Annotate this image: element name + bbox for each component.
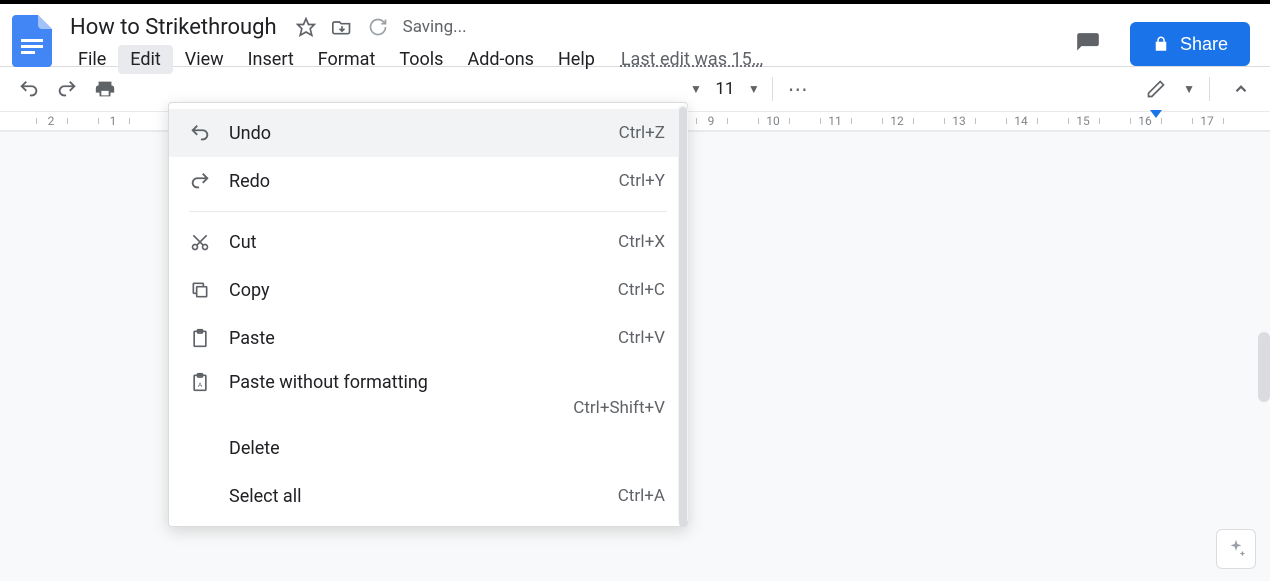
- menu-item-label: Cut: [229, 232, 618, 253]
- dropdown-scrollbar-thumb[interactable]: [679, 107, 687, 527]
- blank-icon: [187, 435, 213, 461]
- menu-item-label: Delete: [229, 438, 665, 459]
- menu-item-paste-without-formatting[interactable]: A Paste without formatting: [169, 362, 687, 402]
- font-size-value: 11: [710, 79, 740, 99]
- ruler-mark: 9: [680, 114, 742, 128]
- ruler-mark: 10: [742, 114, 804, 128]
- menu-item-shortcut: Ctrl+C: [618, 280, 665, 300]
- docs-logo[interactable]: [10, 12, 54, 70]
- undo-button[interactable]: [12, 72, 46, 106]
- share-label: Share: [1180, 34, 1228, 55]
- menu-help[interactable]: Help: [546, 45, 607, 74]
- menu-separator: [189, 211, 667, 212]
- menu-item-select-all[interactable]: Select all Ctrl+A: [169, 472, 687, 520]
- menubar: File Edit View Insert Format Tools Add-o…: [66, 44, 1074, 74]
- ruler-indent-marker[interactable]: [1150, 110, 1162, 118]
- menu-view[interactable]: View: [173, 45, 236, 74]
- menu-format[interactable]: Format: [306, 45, 388, 74]
- cloud-sync-icon: [367, 16, 389, 38]
- menu-item-shortcut: Ctrl+V: [618, 328, 665, 348]
- redo-icon: [187, 168, 213, 194]
- header-right: Share: [1074, 22, 1260, 66]
- share-button[interactable]: Share: [1130, 22, 1250, 66]
- star-icon[interactable]: [295, 16, 317, 38]
- paste-icon: [187, 325, 213, 351]
- menu-item-label: Redo: [229, 171, 619, 192]
- menu-item-label: Select all: [229, 486, 618, 507]
- menu-addons[interactable]: Add-ons: [455, 45, 546, 74]
- menu-item-cut[interactable]: Cut Ctrl+X: [169, 218, 687, 266]
- menu-item-shortcut: Ctrl+A: [618, 486, 665, 506]
- menu-item-paste[interactable]: Paste Ctrl+V: [169, 314, 687, 362]
- menu-item-shortcut: Ctrl+Y: [619, 171, 665, 191]
- menu-item-shortcut-below: Ctrl+Shift+V: [169, 398, 687, 424]
- print-button[interactable]: [88, 72, 122, 106]
- menu-item-label: Undo: [229, 123, 619, 144]
- menu-item-copy[interactable]: Copy Ctrl+C: [169, 266, 687, 314]
- more-tools-button[interactable]: ⋯: [781, 72, 815, 106]
- paste-plain-icon: A: [187, 369, 213, 395]
- blank-icon: [187, 483, 213, 509]
- menu-item-shortcut: Ctrl+X: [618, 232, 665, 252]
- docs-icon: [12, 15, 52, 67]
- menu-file[interactable]: File: [66, 45, 118, 74]
- ruler-mark: 11: [804, 114, 866, 128]
- move-icon[interactable]: [331, 16, 353, 38]
- dropdown-scrollbar[interactable]: [678, 105, 688, 524]
- redo-button[interactable]: [50, 72, 84, 106]
- lock-icon: [1152, 35, 1170, 53]
- editing-mode-caret[interactable]: ▼: [1183, 82, 1195, 96]
- saving-status: Saving...: [403, 17, 467, 37]
- menu-insert[interactable]: Insert: [236, 45, 306, 74]
- document-title[interactable]: How to Strikethrough: [66, 15, 281, 40]
- editing-mode-button[interactable]: [1139, 72, 1173, 106]
- ruler-mark: 14: [990, 114, 1052, 128]
- menu-item-redo[interactable]: Redo Ctrl+Y: [169, 157, 687, 205]
- ruler-mark: 12: [866, 114, 928, 128]
- ruler-mark: 16: [1114, 114, 1176, 128]
- menu-item-label: Copy: [229, 280, 618, 301]
- edit-menu-dropdown: Undo Ctrl+Z Redo Ctrl+Y Cut Ctrl+X Copy …: [168, 102, 688, 527]
- copy-icon: [187, 277, 213, 303]
- menu-item-label: Paste without formatting: [229, 372, 665, 393]
- menu-item-delete[interactable]: Delete: [169, 424, 687, 472]
- ruler-mark: 13: [928, 114, 990, 128]
- collapse-toolbar-button[interactable]: [1224, 72, 1258, 106]
- cut-icon: [187, 229, 213, 255]
- menu-item-undo[interactable]: Undo Ctrl+Z: [169, 109, 687, 157]
- header: How to Strikethrough Saving... File Edit…: [0, 4, 1270, 66]
- ruler-mark: 17: [1176, 114, 1238, 128]
- svg-text:A: A: [198, 381, 203, 389]
- font-dropdown-caret[interactable]: ▼: [690, 82, 702, 96]
- explore-button[interactable]: [1216, 529, 1256, 569]
- font-size-control[interactable]: 11 ▼: [706, 79, 764, 99]
- menu-tools[interactable]: Tools: [387, 45, 455, 74]
- vertical-scrollbar-thumb[interactable]: [1258, 332, 1270, 402]
- last-edit-link[interactable]: Last edit was 15…: [621, 49, 764, 70]
- menu-item-label: Paste: [229, 328, 618, 349]
- menu-item-shortcut: Ctrl+Z: [619, 123, 665, 143]
- comments-icon[interactable]: [1074, 30, 1102, 58]
- ruler-mark: 1: [82, 114, 144, 128]
- font-size-caret[interactable]: ▼: [748, 82, 760, 96]
- undo-icon: [187, 120, 213, 146]
- title-block: How to Strikethrough Saving... File Edit…: [66, 12, 1074, 74]
- ruler-mark: 15: [1052, 114, 1114, 128]
- menu-edit[interactable]: Edit: [118, 45, 172, 74]
- ruler-mark: 2: [20, 114, 82, 128]
